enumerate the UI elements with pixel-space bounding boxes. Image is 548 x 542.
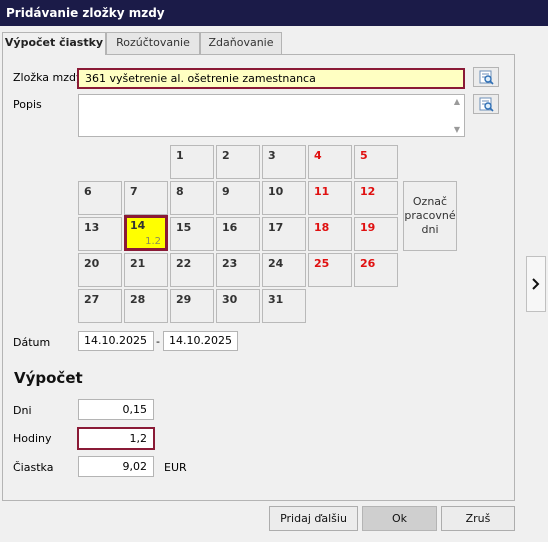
calendar-day[interactable]: 6 [78, 181, 122, 215]
days-label: Dni [13, 404, 32, 417]
calendar-day-weekend[interactable]: 5 [354, 145, 398, 179]
calendar-day[interactable]: 8 [170, 181, 214, 215]
calendar-day-weekend[interactable]: 25 [308, 253, 352, 287]
date-separator: - [156, 335, 160, 348]
description-scrollbar[interactable]: ▲ ▼ [450, 95, 464, 136]
calendar-day[interactable]: 9 [216, 181, 260, 215]
calendar-day-selected[interactable]: 14 1.2 [124, 215, 168, 251]
description-lookup-button[interactable] [473, 94, 499, 114]
mark-working-days-button[interactable]: Označ pracovné dni [403, 181, 457, 251]
hours-label: Hodiny [13, 432, 52, 445]
description-label: Popis [13, 98, 42, 111]
calendar-day-weekend[interactable]: 18 [308, 217, 352, 251]
calculation-title: Výpočet [14, 369, 83, 387]
add-next-button[interactable]: Pridaj ďalšiu [269, 506, 358, 531]
calendar-day[interactable]: 16 [216, 217, 260, 251]
scroll-up-arrow-icon[interactable]: ▲ [450, 97, 464, 106]
calendar-day[interactable]: 28 [124, 289, 168, 323]
search-list-icon [479, 97, 494, 112]
side-expand-button[interactable] [526, 256, 546, 312]
date-from-field[interactable]: 14.10.2025 [78, 331, 154, 351]
calendar-day[interactable]: 31 [262, 289, 306, 323]
calendar-day-weekend[interactable]: 4 [308, 145, 352, 179]
component-lookup-button[interactable] [473, 67, 499, 87]
cancel-button[interactable]: Zruš [441, 506, 515, 531]
calendar-day[interactable]: 15 [170, 217, 214, 251]
calendar-day[interactable]: 30 [216, 289, 260, 323]
calendar-day[interactable]: 24 [262, 253, 306, 287]
calendar-day[interactable]: 29 [170, 289, 214, 323]
calendar-day-weekend[interactable]: 26 [354, 253, 398, 287]
calendar-day[interactable]: 3 [262, 145, 306, 179]
amount-label: Čiastka [13, 461, 54, 474]
ok-button[interactable]: Ok [362, 506, 437, 531]
tab-vypocet-ciastky[interactable]: Výpočet čiastky [2, 32, 106, 55]
calendar-day[interactable]: 2 [216, 145, 260, 179]
date-to-field[interactable]: 14.10.2025 [163, 331, 238, 351]
calendar-day[interactable]: 1 [170, 145, 214, 179]
amount-field[interactable]: 9,02 [78, 456, 154, 477]
component-label: Zložka mzdy [13, 71, 83, 84]
calendar-day[interactable]: 20 [78, 253, 122, 287]
calendar-day[interactable]: 17 [262, 217, 306, 251]
chevron-right-icon [532, 278, 540, 290]
calendar-day[interactable]: 27 [78, 289, 122, 323]
calendar-day-weekend[interactable]: 12 [354, 181, 398, 215]
scroll-down-arrow-icon[interactable]: ▼ [450, 125, 464, 134]
description-field[interactable]: ▲ ▼ [78, 94, 465, 137]
date-label: Dátum [13, 336, 51, 349]
calendar-day-weekend[interactable]: 11 [308, 181, 352, 215]
calendar-day-weekend[interactable]: 19 [354, 217, 398, 251]
component-field[interactable]: 361 vyšetrenie al. ošetrenie zamestnanca [77, 68, 465, 89]
calendar-day[interactable]: 7 [124, 181, 168, 215]
window-title: Pridávanie zložky mzdy [0, 0, 548, 26]
calendar-day[interactable]: 21 [124, 253, 168, 287]
calendar-day[interactable]: 13 [78, 217, 122, 251]
calendar-day[interactable]: 10 [262, 181, 306, 215]
search-list-icon [479, 70, 494, 85]
hours-field[interactable]: 1,2 [77, 427, 155, 450]
day-hours: 1.2 [145, 236, 161, 247]
calendar-day[interactable]: 23 [216, 253, 260, 287]
calendar-day[interactable]: 22 [170, 253, 214, 287]
tab-rozuctovanie[interactable]: Rozúčtovanie [106, 32, 200, 54]
tab-zdanovanie[interactable]: Zdaňovanie [200, 32, 282, 54]
currency-label: EUR [164, 461, 187, 474]
days-field[interactable]: 0,15 [78, 399, 154, 420]
